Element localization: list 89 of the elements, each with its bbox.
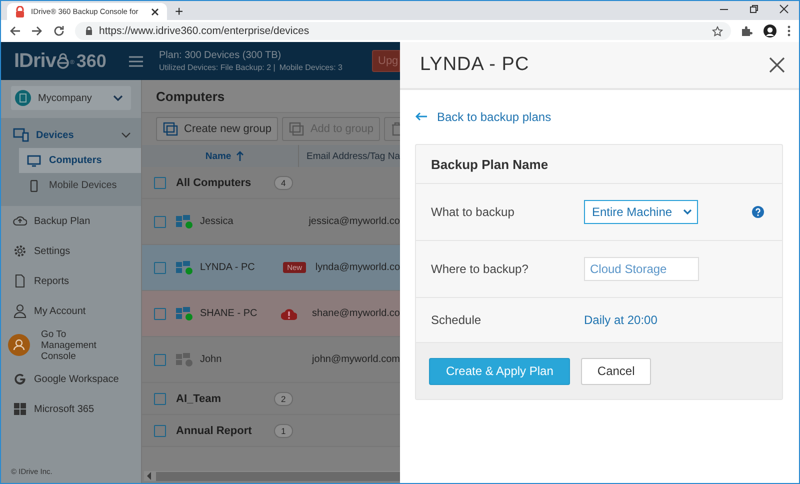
email-cell: lynda@myworld.co bbox=[315, 262, 400, 273]
nav-subitem[interactable]: Mobile Devices bbox=[19, 173, 141, 198]
nav-item[interactable]: Go To Management Console bbox=[1, 326, 141, 364]
sort-arrow-icon[interactable] bbox=[236, 151, 244, 161]
nav-item[interactable]: Devices bbox=[1, 122, 141, 148]
nav-item[interactable]: Reports bbox=[1, 266, 141, 296]
checkbox[interactable] bbox=[154, 216, 166, 228]
device-name[interactable]: John bbox=[200, 354, 275, 365]
user-icon bbox=[8, 334, 30, 356]
usage-text: Utilized Devices: File Backup: 2 | bbox=[159, 63, 276, 72]
checkbox[interactable] bbox=[154, 262, 166, 274]
console-label: Go To Management Console bbox=[40, 328, 98, 362]
profile-icon[interactable] bbox=[763, 24, 777, 38]
lock-icon bbox=[15, 6, 25, 18]
checkbox[interactable] bbox=[154, 392, 166, 404]
apply-button[interactable]: Create & Apply Plan bbox=[429, 358, 570, 384]
email-cell: john@myworld.com bbox=[312, 354, 400, 365]
help-icon[interactable] bbox=[752, 206, 764, 218]
schedule-link[interactable]: Daily at 20:00 bbox=[584, 313, 658, 327]
user-icon bbox=[13, 304, 27, 318]
folders-icon bbox=[289, 122, 306, 136]
close-icon[interactable] bbox=[151, 8, 159, 16]
field-label: What to backup bbox=[431, 205, 516, 219]
card-title: Backup Plan Name bbox=[431, 156, 548, 172]
device-name[interactable]: LYNDA - PC bbox=[200, 262, 278, 273]
count-badge: 2 bbox=[274, 392, 293, 406]
more-icon[interactable] bbox=[787, 25, 791, 37]
trash-icon bbox=[391, 122, 400, 136]
document-icon bbox=[13, 274, 27, 288]
backup-select[interactable]: Entire Machine bbox=[584, 200, 698, 224]
count-badge: 4 bbox=[274, 176, 293, 190]
create-group-button[interactable]: Create new group bbox=[156, 117, 278, 141]
cloud-alert-icon bbox=[280, 308, 297, 320]
restore-icon[interactable] bbox=[749, 4, 759, 14]
group-name[interactable]: All Computers bbox=[176, 176, 268, 188]
cancel-button[interactable]: Cancel bbox=[581, 358, 651, 384]
close-icon[interactable] bbox=[769, 57, 785, 73]
panel-title: LYNDA - PC bbox=[420, 54, 530, 76]
nav-item[interactable]: Settings bbox=[1, 236, 141, 266]
folders-icon bbox=[163, 122, 179, 136]
monitor-icon bbox=[27, 154, 41, 166]
building-icon bbox=[15, 90, 31, 106]
scrollbar[interactable] bbox=[144, 471, 400, 481]
back-icon[interactable] bbox=[9, 25, 21, 37]
company-selector[interactable]: Mycompany bbox=[11, 86, 131, 110]
email-cell: shane@myworld.co bbox=[312, 308, 400, 319]
group-name[interactable]: Annual Report bbox=[176, 424, 268, 436]
puzzle-icon[interactable] bbox=[741, 25, 753, 37]
url-text: https://www.idrive360.com/enterprise/devices bbox=[99, 25, 310, 37]
new-tab-button[interactable]: + bbox=[175, 3, 184, 19]
nav-item[interactable]: Microsoft 365 bbox=[1, 394, 141, 424]
plan-text: Plan: 300 Devices (300 TB) bbox=[159, 50, 282, 61]
address-bar[interactable]: https://www.idrive360.com/enterprise/devices bbox=[75, 22, 731, 40]
field-label: Schedule bbox=[431, 313, 482, 327]
storage-field[interactable]: Cloud Storage bbox=[584, 257, 699, 281]
nav-item[interactable]: Backup Plan bbox=[1, 206, 141, 236]
left-arrow-icon bbox=[415, 112, 427, 121]
mobile-usage-text: Mobile Devices: 3 bbox=[279, 63, 342, 72]
forward-icon[interactable] bbox=[31, 25, 43, 37]
menu-icon[interactable] bbox=[129, 56, 143, 66]
column-header[interactable]: Name bbox=[142, 150, 298, 162]
chevron-icon bbox=[683, 209, 692, 215]
g-letter-icon bbox=[13, 372, 27, 386]
device-name[interactable]: SHANE - PC bbox=[200, 308, 275, 319]
back-link[interactable]: Back to backup plans bbox=[415, 110, 552, 124]
close-icon[interactable] bbox=[779, 4, 789, 14]
nav-item[interactable]: My Account bbox=[1, 296, 141, 326]
checkbox[interactable] bbox=[154, 354, 166, 366]
group-name[interactable]: AI_Team bbox=[176, 392, 268, 404]
cloud-upload-icon bbox=[13, 214, 27, 228]
windows-grid-icon bbox=[13, 402, 27, 416]
chevron-icon bbox=[113, 95, 123, 101]
scroll-left-icon[interactable] bbox=[146, 472, 152, 480]
gear-icon bbox=[13, 244, 27, 258]
checkbox[interactable] bbox=[154, 424, 166, 436]
device-name[interactable]: Jessica bbox=[200, 216, 272, 227]
reload-icon[interactable] bbox=[53, 25, 65, 37]
nav-subitem[interactable]: Computers bbox=[19, 148, 141, 173]
checkbox[interactable] bbox=[154, 308, 166, 320]
page-title: Computers bbox=[156, 88, 225, 104]
star-icon[interactable] bbox=[712, 26, 723, 36]
nav-item[interactable]: Google Workspace bbox=[1, 364, 141, 394]
checkbox[interactable] bbox=[154, 176, 166, 188]
logo: IDriv $^{®}$360 bbox=[13, 50, 108, 72]
email-cell: jessica@myworld.co bbox=[308, 216, 400, 227]
count-badge: 1 bbox=[274, 424, 293, 438]
field-label: Where to backup? bbox=[431, 262, 530, 276]
devices-icon bbox=[13, 128, 29, 142]
lock-icon bbox=[85, 26, 93, 36]
